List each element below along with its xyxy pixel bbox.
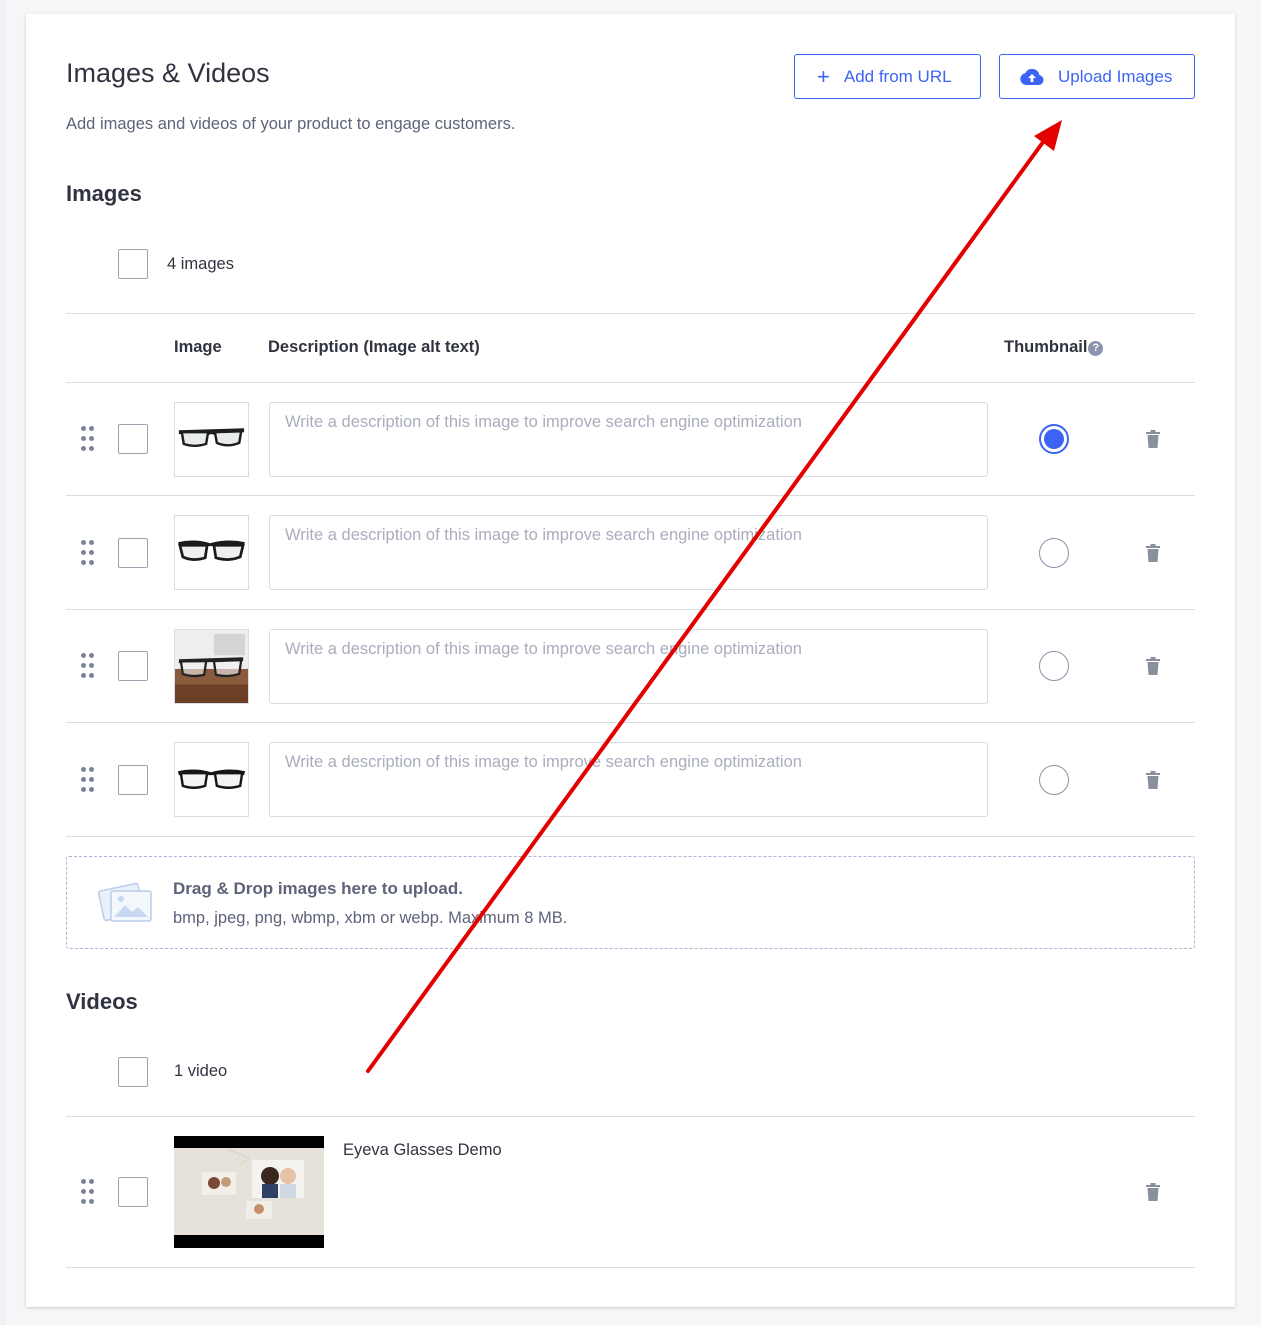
drag-handle-icon[interactable] — [81, 540, 95, 566]
divider — [66, 495, 1195, 496]
image-row-checkbox[interactable] — [118, 424, 148, 454]
image-thumbnail[interactable] — [174, 402, 249, 477]
image-thumbnail[interactable] — [174, 515, 249, 590]
upload-images-label: Upload Images — [1058, 66, 1173, 86]
plus-icon: + — [817, 63, 830, 89]
thumbnail-radio[interactable] — [1039, 651, 1069, 681]
glasses-image — [175, 516, 248, 589]
add-from-url-label: Add from URL — [843, 66, 952, 86]
images-heading: Images — [66, 181, 142, 206]
upload-images-button[interactable]: Upload Images — [999, 54, 1195, 99]
image-row-checkbox[interactable] — [118, 765, 148, 795]
left-edge-strip — [0, 0, 6, 1325]
drag-handle-icon[interactable] — [81, 426, 95, 452]
image-dropzone[interactable]: Drag & Drop images here to upload. bmp, … — [66, 856, 1195, 949]
image-description-input[interactable] — [269, 629, 988, 704]
video-row-checkbox[interactable] — [118, 1177, 148, 1207]
video-thumbnail[interactable] — [174, 1136, 324, 1248]
images-videos-card: Images & Videos Add images and videos of… — [26, 14, 1235, 1307]
select-all-images-checkbox[interactable] — [118, 249, 148, 279]
divider — [66, 1116, 1195, 1117]
cloud-upload-icon — [1020, 68, 1044, 85]
column-header-image: Image — [174, 338, 222, 356]
divider — [66, 1267, 1195, 1268]
page-title: Images & Videos — [66, 58, 270, 88]
glasses-on-table-image — [175, 630, 248, 703]
image-thumbnail[interactable] — [174, 742, 249, 817]
divider — [66, 836, 1195, 837]
page-subtitle: Add images and videos of your product to… — [66, 115, 516, 133]
videos-count: 1 video — [174, 1062, 228, 1080]
image-description-input[interactable] — [269, 515, 988, 590]
trash-icon[interactable] — [1146, 1183, 1160, 1201]
images-count: 4 images — [167, 255, 234, 273]
trash-icon[interactable] — [1146, 771, 1160, 789]
thumbnail-radio[interactable] — [1039, 538, 1069, 568]
trash-icon[interactable] — [1146, 544, 1160, 562]
image-thumbnail[interactable] — [174, 629, 249, 704]
divider — [66, 313, 1195, 314]
help-icon[interactable]: ? — [1088, 341, 1104, 356]
videos-heading: Videos — [66, 989, 138, 1014]
video-frame-image — [174, 1136, 324, 1248]
add-from-url-button[interactable]: + Add from URL — [794, 54, 981, 99]
thumbnail-header-label: Thumbnail — [1004, 338, 1088, 356]
trash-icon[interactable] — [1146, 430, 1160, 448]
column-header-thumbnail: Thumbnail? — [1004, 338, 1104, 357]
glasses-image — [175, 403, 248, 476]
dropzone-subtitle: bmp, jpeg, png, wbmp, xbm or webp. Maxim… — [173, 909, 568, 927]
trash-icon[interactable] — [1146, 657, 1160, 675]
image-row-checkbox[interactable] — [118, 651, 148, 681]
image-description-input[interactable] — [269, 402, 988, 477]
drag-handle-icon[interactable] — [81, 767, 95, 793]
drag-handle-icon[interactable] — [81, 653, 95, 679]
dropzone-title: Drag & Drop images here to upload. — [173, 879, 463, 898]
thumbnail-radio-selected[interactable] — [1039, 424, 1069, 454]
drag-handle-icon[interactable] — [81, 1179, 95, 1205]
images-placeholder-icon — [97, 882, 152, 922]
image-row-checkbox[interactable] — [118, 538, 148, 568]
image-description-input[interactable] — [269, 742, 988, 817]
divider — [66, 382, 1195, 383]
select-all-videos-checkbox[interactable] — [118, 1057, 148, 1087]
glasses-image — [175, 743, 248, 816]
video-title: Eyeva Glasses Demo — [343, 1141, 502, 1159]
thumbnail-radio[interactable] — [1039, 765, 1069, 795]
column-header-description: Description (Image alt text) — [268, 338, 480, 356]
divider — [66, 609, 1195, 610]
divider — [66, 722, 1195, 723]
